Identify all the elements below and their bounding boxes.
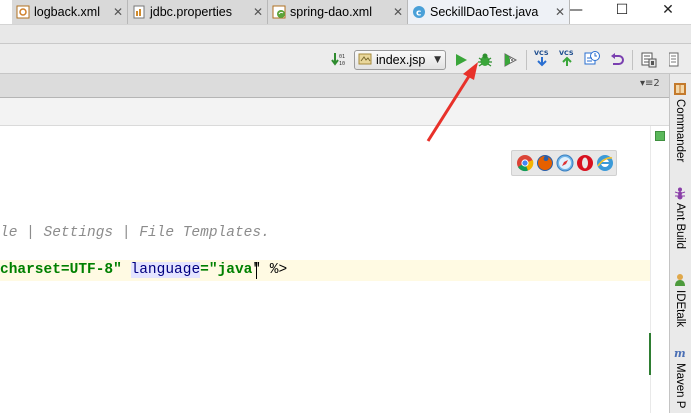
vcs-commit-icon[interactable]: VCS <box>558 49 576 67</box>
toolbar-overflow-icon[interactable] <box>664 51 691 69</box>
close-tab-icon[interactable]: ✕ <box>113 5 123 19</box>
language-value: java <box>217 262 253 278</box>
debug-icon[interactable] <box>476 51 494 69</box>
sidebar-item-maven[interactable]: m Maven P <box>669 346 691 408</box>
coverage-icon[interactable] <box>501 51 519 69</box>
tab-label: SeckillDaoTest.java <box>430 5 539 19</box>
tab-logback-xml[interactable]: logback.xml ✕ <box>12 0 128 24</box>
sort-icon[interactable]: 01 10 <box>330 50 348 68</box>
code-equals-quote: =" <box>200 262 218 278</box>
sidebar-item-commander[interactable]: Commander <box>669 82 691 162</box>
close-tab-icon[interactable]: ✕ <box>393 5 403 19</box>
sidebar-item-label: IDEtalk <box>674 290 686 328</box>
idetalk-icon <box>673 273 687 287</box>
editor-tab-bar <box>0 74 669 98</box>
safari-icon[interactable] <box>556 154 574 172</box>
properties-file-icon <box>132 5 146 19</box>
menu-strip <box>0 24 691 44</box>
vcs-revert-icon[interactable] <box>608 51 626 69</box>
tab-label: logback.xml <box>34 5 100 19</box>
breadcrumb <box>0 98 669 126</box>
svg-text:m: m <box>674 347 686 360</box>
error-stripe[interactable] <box>650 126 669 413</box>
xml-file-icon <box>16 5 30 19</box>
toolbar-separator <box>526 50 527 70</box>
chevron-down-icon: ▼ <box>434 55 441 65</box>
tab-label: spring-dao.xml <box>290 5 372 19</box>
sidebar-item-idetalk[interactable]: IDEtalk <box>669 273 691 327</box>
run-config-label: index.jsp <box>376 53 426 67</box>
sidebar-item-label: Ant Build <box>674 203 686 250</box>
maximize-button[interactable]: ☐ <box>599 0 645 20</box>
sidebar-item-ant-build[interactable]: Ant Build <box>669 186 691 249</box>
svg-text:c: c <box>416 9 421 19</box>
java-class-icon: c <box>412 5 426 19</box>
commander-icon <box>673 82 687 96</box>
chrome-icon[interactable] <box>516 154 534 172</box>
tab-seckilldaotest-java[interactable]: c SeckillDaoTest.java ✕ <box>408 0 570 24</box>
inspection-ok-icon[interactable] <box>655 131 665 141</box>
vcs-update-icon[interactable]: VCS <box>533 49 551 67</box>
sidebar-item-label: Commander <box>674 99 686 163</box>
svg-text:VCS: VCS <box>559 49 574 57</box>
firefox-icon[interactable] <box>536 154 554 172</box>
sidebar-item-label: Maven P <box>674 363 686 409</box>
ant-icon <box>673 186 687 200</box>
tab-spring-dao-xml[interactable]: spring-dao.xml ✕ <box>268 0 408 24</box>
maven-icon: m <box>673 346 687 360</box>
open-in-browser-bar <box>511 150 617 176</box>
run-icon[interactable] <box>452 51 470 69</box>
close-tab-icon[interactable]: ✕ <box>253 5 263 19</box>
page-directive-line[interactable]: charset=UTF-8" language="java" %> <box>0 262 287 278</box>
tabs-overflow-button[interactable]: ▾≡2 <box>640 78 660 89</box>
close-window-button[interactable]: ✕ <box>645 0 691 20</box>
run-config-icon <box>358 52 372 69</box>
svg-text:10: 10 <box>339 61 345 67</box>
svg-text:VCS: VCS <box>534 49 549 57</box>
file-template-comment: le | Settings | File Templates. <box>0 225 270 241</box>
ide-window: — ☐ ✕ 01 10 index.jsp ▼ VCS VCS logback.… <box>0 0 691 413</box>
svg-text:01: 01 <box>339 54 345 60</box>
opera-icon[interactable] <box>576 154 594 172</box>
toolbar-separator <box>632 50 633 70</box>
vcs-compare-icon[interactable] <box>583 50 601 68</box>
directive-close: " %> <box>252 262 288 278</box>
text-caret <box>256 262 257 279</box>
language-attribute: language <box>130 262 201 278</box>
run-configuration-dropdown[interactable]: index.jsp ▼ <box>354 50 446 70</box>
project-structure-icon[interactable] <box>640 51 658 69</box>
ie-icon[interactable] <box>596 154 614 172</box>
charset-value: charset=UTF-8" <box>0 262 122 278</box>
tab-jdbc-properties[interactable]: jdbc.properties ✕ <box>128 0 268 24</box>
spring-xml-icon <box>272 5 286 19</box>
change-marker <box>649 333 651 375</box>
tab-label: jdbc.properties <box>150 5 232 19</box>
close-tab-icon[interactable]: ✕ <box>555 5 565 19</box>
